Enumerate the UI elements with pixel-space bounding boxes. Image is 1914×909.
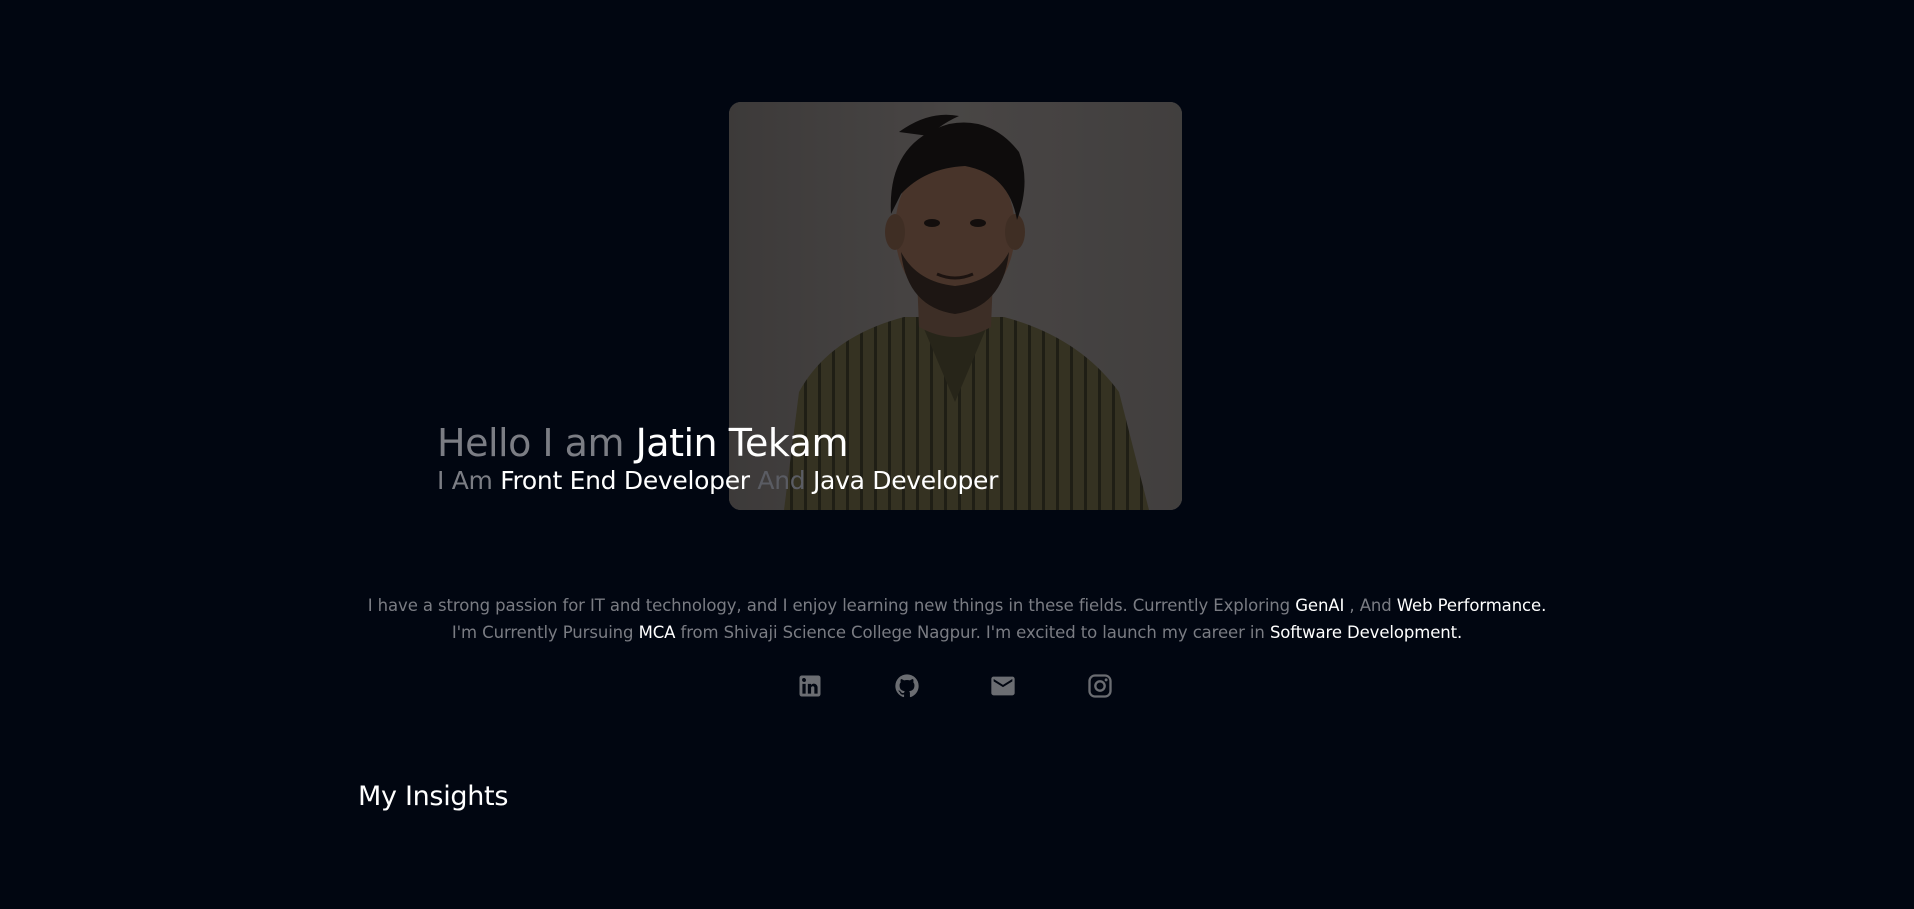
about-text: , And <box>1349 596 1392 615</box>
instagram-icon <box>1088 674 1112 698</box>
about-highlight: Software Development. <box>1269 623 1463 642</box>
about-highlight: MCA <box>638 623 676 642</box>
about-highlight: Web Performance. <box>1396 596 1547 615</box>
insights-heading: My Insights <box>358 781 509 812</box>
github-icon <box>895 674 919 698</box>
social-links <box>0 668 1914 704</box>
role-prefix: I Am <box>437 466 493 495</box>
greeting-prefix: Hello I am <box>437 421 625 465</box>
mail-icon <box>991 676 1015 696</box>
instagram-link[interactable] <box>1082 668 1118 704</box>
portfolio-page: Hello I am Jatin Tekam I Am Front End De… <box>0 0 1914 909</box>
role-line: I Am Front End Developer And Java Develo… <box>437 466 998 496</box>
about-paragraph: I have a strong passion for IT and techn… <box>0 592 1914 646</box>
about-text: I'm Currently Pursuing <box>451 623 634 642</box>
role-frontend: Front End Developer <box>500 466 750 495</box>
about-line-2: I'm Currently Pursuing MCA from Shivaji … <box>0 619 1914 646</box>
github-link[interactable] <box>889 668 925 704</box>
hero-heading: Hello I am Jatin Tekam I Am Front End De… <box>437 420 998 496</box>
role-java: Java Developer <box>812 466 999 495</box>
person-name: Jatin Tekam <box>635 421 849 465</box>
about-text: from Shivaji Science College Nagpur. I'm… <box>680 623 1265 642</box>
linkedin-link[interactable] <box>792 668 828 704</box>
about-line-1: I have a strong passion for IT and techn… <box>0 592 1914 619</box>
linkedin-icon <box>799 675 821 697</box>
mail-link[interactable] <box>985 668 1021 704</box>
role-joiner: And <box>757 466 806 495</box>
about-highlight: GenAI <box>1295 596 1345 615</box>
about-text: I have a strong passion for IT and techn… <box>367 596 1291 615</box>
greeting-line: Hello I am Jatin Tekam <box>437 420 998 466</box>
